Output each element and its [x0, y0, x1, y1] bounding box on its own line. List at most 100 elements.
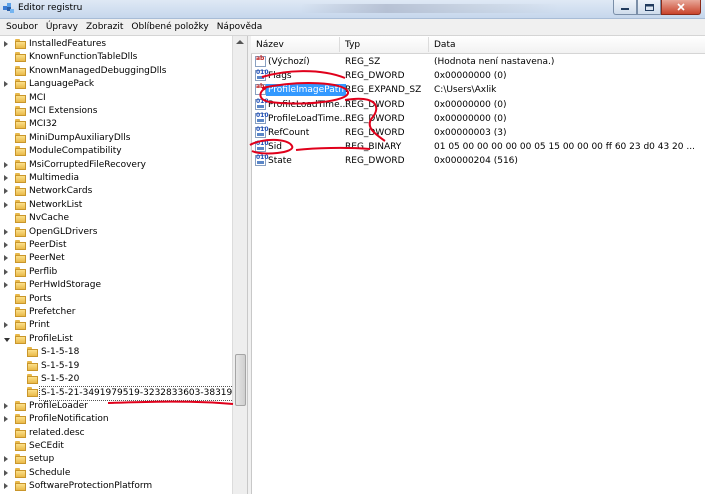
tree-item[interactable]: MsiCorruptedFileRecovery — [0, 159, 232, 172]
maximize-button[interactable] — [637, 0, 661, 15]
tree-item-label: Prefetcher — [29, 307, 76, 317]
tree-item[interactable]: Prefetcher — [0, 306, 232, 319]
column-data-header[interactable]: Data — [434, 40, 456, 50]
tree-item[interactable]: Schedule — [0, 467, 232, 480]
expand-arrow-icon[interactable] — [4, 456, 8, 463]
folder-icon — [15, 79, 26, 90]
close-button[interactable] — [661, 0, 701, 15]
folder-icon — [15, 427, 26, 438]
tree-item[interactable]: Print — [0, 319, 232, 332]
expand-arrow-icon[interactable] — [4, 228, 8, 235]
tree-item[interactable]: ModuleCompatibility — [0, 145, 232, 158]
tree-item[interactable]: KnownFunctionTableDlls — [0, 51, 232, 64]
tree-item[interactable]: S-1-5-18 — [0, 346, 232, 359]
menu-view[interactable]: Zobrazit — [82, 22, 127, 32]
folder-icon — [15, 481, 26, 492]
column-name-header[interactable]: Název — [256, 40, 284, 50]
value-type: REG_DWORD — [345, 113, 405, 124]
tree-item[interactable]: KnownManagedDebuggingDlls — [0, 65, 232, 78]
expand-arrow-icon[interactable] — [4, 282, 8, 289]
tree-item[interactable]: S-1-5-19 — [0, 360, 232, 373]
expand-arrow-icon[interactable] — [4, 483, 8, 490]
tree-item-label: LanguagePack — [29, 79, 95, 90]
value-row[interactable]: 010 ProfileLoadTime... REG_DWORD 0x00000000… — [251, 98, 705, 112]
tree-item[interactable]: MCI32 — [0, 118, 232, 131]
binary-value-icon: 010 — [255, 98, 269, 110]
tree-item-label: InstalledFeatures — [29, 39, 107, 49]
column-divider[interactable] — [339, 37, 340, 52]
tree-item[interactable]: ProfileLoader — [0, 400, 232, 413]
tree-item[interactable]: ProfileList — [0, 333, 232, 346]
tree-item[interactable]: Multimedia — [0, 172, 232, 185]
value-name: RefCount — [268, 128, 310, 138]
tree-item[interactable]: NvCache — [0, 212, 232, 225]
tree-item[interactable]: related.desc — [0, 427, 232, 440]
tree-item[interactable]: setup — [0, 453, 232, 466]
scroll-up-arrow-icon[interactable] — [236, 40, 244, 44]
string-value-icon: ab — [255, 84, 266, 96]
folder-icon — [15, 240, 26, 250]
folder-icon — [15, 159, 26, 170]
tree-item[interactable]: MCI — [0, 92, 232, 105]
menu-favorites[interactable]: Oblíbené položky — [127, 22, 212, 32]
folder-icon — [15, 52, 26, 63]
value-row[interactable]: 010 State REG_DWORD 0x00000204 (516) — [251, 154, 705, 168]
tree-item[interactable]: SeCEdit — [0, 440, 232, 453]
expand-arrow-icon[interactable] — [4, 469, 8, 476]
expand-arrow-icon[interactable] — [4, 161, 8, 168]
tree-item[interactable]: MCI Extensions — [0, 105, 232, 118]
collapse-arrow-icon[interactable] — [4, 337, 10, 342]
column-type-header[interactable]: Typ — [345, 40, 360, 50]
tree-item[interactable]: LanguagePack — [0, 78, 232, 91]
value-row[interactable]: ab (Výchozí) REG_SZ (Hodnota není nastavena… — [251, 55, 705, 69]
expand-arrow-icon[interactable] — [4, 322, 8, 329]
expand-arrow-icon[interactable] — [4, 41, 8, 47]
tree-item[interactable]: NetworkCards — [0, 185, 232, 198]
folder-icon — [15, 213, 26, 224]
tree-item[interactable]: PeerNet — [0, 252, 232, 265]
expand-arrow-icon[interactable] — [4, 201, 8, 208]
value-row[interactable]: ab ProfileImagePath REG_EXPAND_SZ C:\Users\… — [251, 83, 705, 97]
tree-item-label: PerHwIdStorage — [29, 280, 102, 291]
scrollbar-thumb[interactable] — [235, 354, 246, 406]
column-divider[interactable] — [428, 37, 429, 52]
registry-values-list[interactable]: Název Typ Data ab (Výchozí) REG_SZ (Hodnota… — [251, 36, 705, 494]
tree-item[interactable]: NetworkList — [0, 199, 232, 212]
expand-arrow-icon[interactable] — [4, 268, 8, 275]
menu-help[interactable]: Nápověda — [213, 22, 267, 32]
menu-file[interactable]: Soubor — [0, 22, 42, 32]
expand-arrow-icon[interactable] — [4, 242, 8, 248]
value-icon-bar — [257, 161, 264, 165]
tree-item[interactable]: MiniDumpAuxiliaryDlls — [0, 132, 232, 145]
tree-item[interactable]: OpenGLDrivers — [0, 226, 232, 239]
tree-item[interactable]: PeerDist — [0, 239, 232, 252]
registry-key-tree[interactable]: InstalledFeatures KnownFunctionTableDlls K… — [0, 36, 232, 494]
menu-bar: Soubor Úpravy Zobrazit Oblíbené položky … — [0, 19, 705, 36]
minimize-button[interactable] — [613, 0, 637, 15]
expand-arrow-icon[interactable] — [4, 188, 8, 195]
expand-arrow-icon[interactable] — [4, 175, 8, 181]
tree-item[interactable]: S-1-5-21-3491979519-3232833603-383195910… — [0, 386, 232, 402]
tree-item[interactable]: ProfileNotification — [0, 413, 232, 426]
tree-item[interactable]: Ports — [0, 293, 232, 306]
tree-item[interactable]: PerHwIdStorage — [0, 279, 232, 292]
tree-item[interactable]: Perflib — [0, 266, 232, 279]
folder-icon — [15, 293, 26, 304]
value-row[interactable]: 010 ProfileLoadTime... REG_DWORD 0x00000000… — [251, 112, 705, 126]
tree-vertical-scrollbar[interactable] — [232, 36, 247, 494]
folder-icon — [15, 146, 26, 157]
tree-item[interactable]: S-1-5-20 — [0, 373, 232, 386]
expand-arrow-icon[interactable] — [4, 81, 8, 88]
expand-arrow-icon[interactable] — [4, 255, 8, 262]
tree-item-label: NetworkList — [29, 199, 83, 210]
value-row[interactable]: 010 Sid REG_BINARY 01 05 00 00 00 00 00 05 … — [251, 140, 705, 154]
expand-arrow-icon[interactable] — [4, 416, 8, 423]
binary-value-icon: 010 — [255, 112, 269, 124]
value-row[interactable]: 010 RefCount REG_DWORD 0x00000003 (3) — [251, 126, 705, 140]
menu-edit[interactable]: Úpravy — [42, 22, 82, 32]
value-row[interactable]: 010 Flags REG_DWORD 0x00000000 (0) — [251, 69, 705, 83]
expand-arrow-icon[interactable] — [4, 402, 8, 409]
tree-item[interactable]: SoftwareProtectionPlatform — [0, 480, 232, 493]
folder-icon — [15, 333, 26, 344]
tree-item[interactable]: InstalledFeatures — [0, 38, 232, 51]
